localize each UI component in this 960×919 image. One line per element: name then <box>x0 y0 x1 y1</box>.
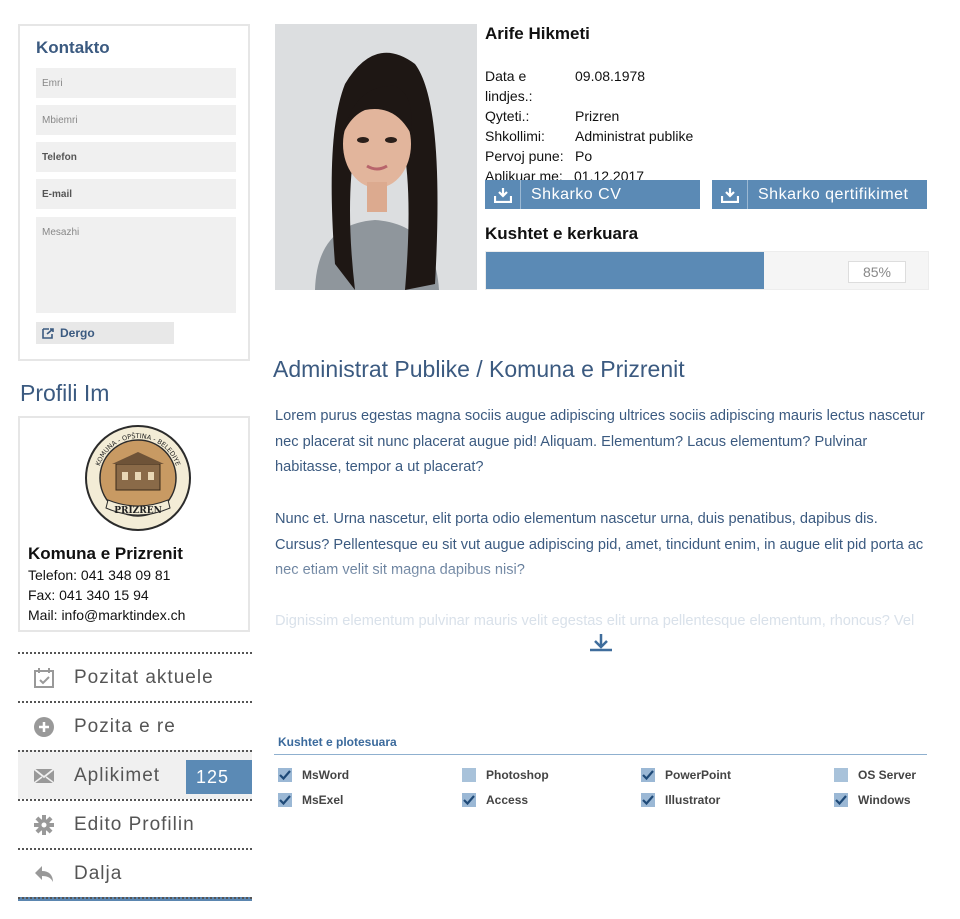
menu-label: Dalja <box>74 862 123 884</box>
send-button[interactable]: Dergo <box>36 322 174 344</box>
progress-fill <box>486 252 764 289</box>
envelope-icon <box>32 764 56 788</box>
plus-circle-icon <box>32 715 56 739</box>
side-menu: Pozitat aktuele Pozita e re Aplikimet 12… <box>18 652 252 901</box>
info-label: Shkollimi: <box>485 128 545 144</box>
skill-item: MsWord <box>278 768 349 782</box>
job-title: Administrat Publike / Komuna e Prizrenit <box>273 356 685 382</box>
skill-item: MsExel <box>278 793 343 807</box>
checkbox-checked-icon <box>278 768 292 782</box>
candidate-info: Data e lindjes.: 09.08.1978 Qyteti.: Pri… <box>485 66 693 186</box>
skill-item: PowerPoint <box>641 768 731 782</box>
skill-item: Access <box>462 793 528 807</box>
name-field[interactable]: Emri <box>36 68 236 98</box>
requirements-title: Kushtet e kerkuara <box>485 224 639 243</box>
menu-bottom-bar <box>18 897 252 901</box>
skill-label: PowerPoint <box>665 768 732 782</box>
download-icon <box>485 180 521 209</box>
checkbox-checked-icon <box>278 793 292 807</box>
org-name: Komuna e Prizrenit <box>28 544 183 563</box>
reply-icon <box>32 862 56 886</box>
skill-label: OS Server <box>858 768 917 782</box>
expand-arrow-icon[interactable] <box>589 632 613 657</box>
download-certificates-label: Shkarko qertifikimet <box>758 185 909 203</box>
municipality-seal: PRIZREN KOMUNA - OPŠTINA - BELEDIYE <box>84 424 192 537</box>
surname-field[interactable]: Mbiemri <box>36 105 236 135</box>
download-icon <box>712 180 748 209</box>
skill-item: Windows <box>834 793 911 807</box>
skill-item: Illustrator <box>641 793 720 807</box>
info-row: Shkollimi: Administrat publike <box>485 126 693 146</box>
info-row: Qyteti.: Prizren <box>485 106 693 126</box>
message-field[interactable]: Mesazhi <box>36 217 236 313</box>
candidate-name: Arife Hikmeti <box>485 24 590 43</box>
job-description-paragraph: Lorem purus egestas magna sociis augue a… <box>275 408 925 475</box>
phone-field[interactable]: Telefon <box>36 142 236 172</box>
org-phone: Telefon: 041 348 09 81 <box>28 567 171 583</box>
menu-item-applications[interactable]: Aplikimet 125 <box>18 750 252 799</box>
checkbox-checked-icon <box>834 793 848 807</box>
org-mail: Mail: info@marktindex.ch <box>28 607 186 623</box>
skill-label: Windows <box>858 793 911 807</box>
info-label: Pervoj pune: <box>485 148 564 164</box>
email-field[interactable]: E-mail <box>36 179 236 209</box>
checkbox-unchecked-icon <box>834 768 848 782</box>
download-certificates-button[interactable]: Shkarko qertifikimet <box>712 180 927 209</box>
text-fade <box>275 555 930 581</box>
info-row: Data e lindjes.: 09.08.1978 <box>485 66 693 106</box>
menu-item-logout[interactable]: Dalja <box>18 848 252 897</box>
requirements-progress-bar: 85% <box>485 251 929 290</box>
applications-count-badge: 125 <box>186 760 252 794</box>
fulfilled-requirements-title: Kushtet e plotesuara <box>278 735 397 749</box>
calendar-check-icon <box>32 666 56 690</box>
candidate-photo <box>275 24 477 290</box>
menu-item-new-position[interactable]: Pozita e re <box>18 701 252 750</box>
skill-item: Photoshop <box>462 768 549 782</box>
skill-label: MsWord <box>302 768 350 782</box>
seal-text-bottom: PRIZREN <box>114 506 162 516</box>
menu-label: Pozitat aktuele <box>74 666 214 688</box>
menu-label: Pozita e re <box>74 715 176 737</box>
job-description-paragraph-faded: Dignissim elementum pulvinar mauris veli… <box>275 613 915 629</box>
info-row: Pervoj pune: Po <box>485 146 693 166</box>
org-fax: Fax: 041 340 15 94 <box>28 587 149 603</box>
checkbox-checked-icon <box>641 768 655 782</box>
skill-label: Photoshop <box>486 768 549 782</box>
contact-form: Kontakto Emri Mbiemri Telefon E-mail Mes… <box>18 24 250 361</box>
checkbox-unchecked-icon <box>462 768 476 782</box>
profile-card: PRIZREN KOMUNA - OPŠTINA - BELEDIYE Komu… <box>18 416 250 632</box>
menu-label: Edito Profilin <box>74 813 195 835</box>
info-value: Prizren <box>575 108 620 124</box>
info-value: Administrat publike <box>575 128 694 144</box>
info-label: Qyteti.: <box>485 108 530 124</box>
download-cv-button[interactable]: Shkarko CV <box>485 180 700 209</box>
menu-label: Aplikimet <box>74 764 161 786</box>
skill-label: Access <box>486 793 529 807</box>
menu-item-current-positions[interactable]: Pozitat aktuele <box>18 652 252 701</box>
info-label: Data e lindjes.: <box>485 68 533 104</box>
gear-icon <box>32 813 56 837</box>
contact-title: Kontakto <box>36 38 110 57</box>
checkbox-checked-icon <box>641 793 655 807</box>
skill-item: OS Server <box>834 768 916 782</box>
skill-label: Illustrator <box>665 793 721 807</box>
menu-item-edit-profile[interactable]: Edito Profilin <box>18 799 252 848</box>
progress-label: 85% <box>848 261 906 283</box>
info-value: Po <box>575 148 593 164</box>
divider <box>274 754 927 755</box>
send-icon <box>42 328 54 339</box>
send-label: Dergo <box>60 326 95 340</box>
checkbox-checked-icon <box>462 793 476 807</box>
download-cv-label: Shkarko CV <box>531 185 622 203</box>
info-value: 09.08.1978 <box>575 68 646 84</box>
skill-label: MsExel <box>302 793 344 807</box>
profile-heading: Profili Im <box>20 380 110 406</box>
